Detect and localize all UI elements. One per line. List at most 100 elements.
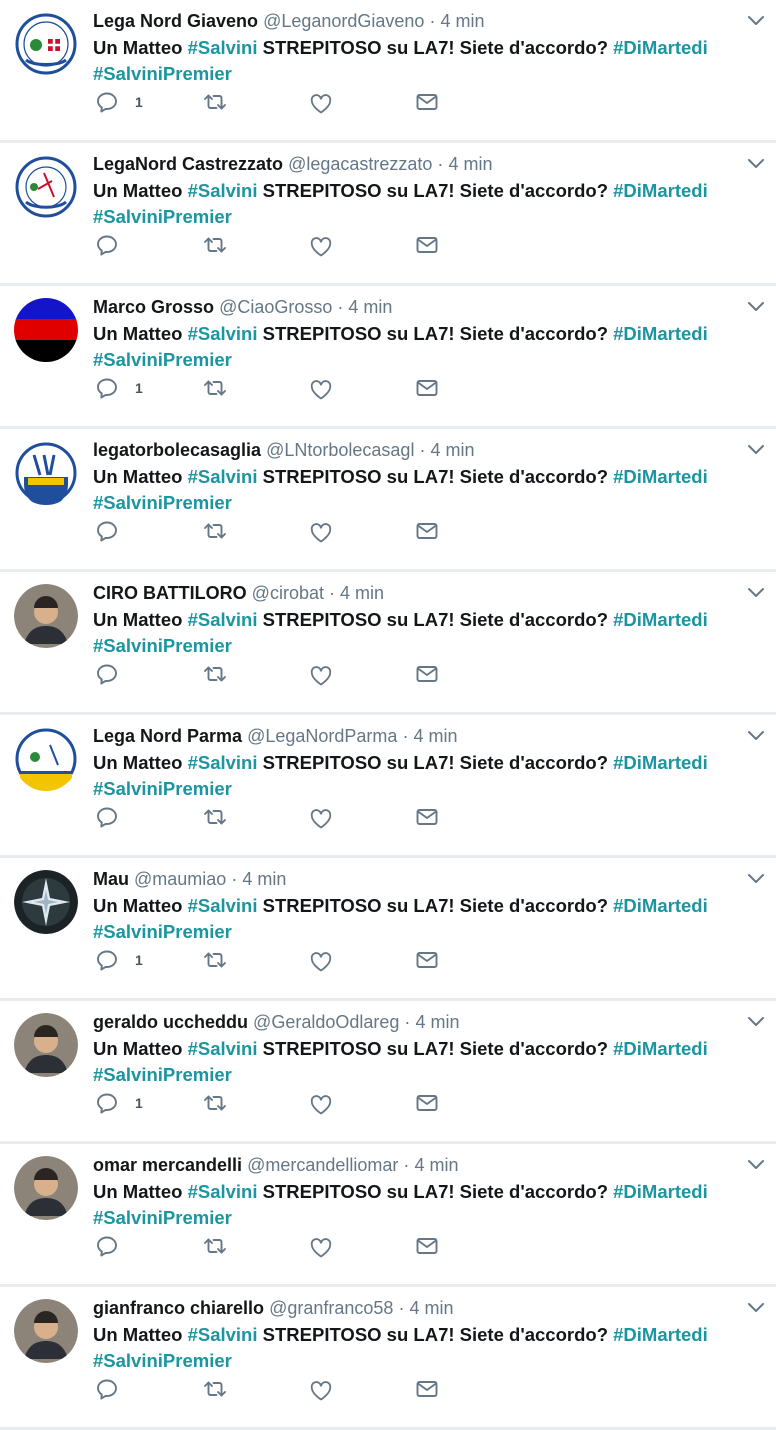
timestamp[interactable]: 4 min bbox=[413, 726, 457, 746]
hashtag-dimartedi[interactable]: #DiMartedi bbox=[613, 1181, 708, 1202]
hashtag-salvini[interactable]: #Salvini bbox=[188, 1181, 258, 1202]
like-button[interactable] bbox=[309, 378, 333, 402]
direct-message-button[interactable] bbox=[415, 948, 439, 972]
retweet-button[interactable] bbox=[203, 662, 227, 686]
chevron-down-icon[interactable] bbox=[746, 868, 766, 888]
like-button[interactable] bbox=[309, 664, 333, 688]
hashtag-salvini[interactable]: #Salvini bbox=[188, 609, 258, 630]
user-name[interactable]: Lega Nord Parma bbox=[93, 726, 242, 746]
hashtag-dimartedi[interactable]: #DiMartedi bbox=[613, 180, 708, 201]
retweet-button[interactable] bbox=[203, 376, 227, 400]
hashtag-dimartedi[interactable]: #DiMartedi bbox=[613, 895, 708, 916]
chevron-down-icon[interactable] bbox=[746, 582, 766, 602]
user-handle[interactable]: @cirobat bbox=[252, 583, 324, 603]
user-name[interactable]: omar mercandelli bbox=[93, 1155, 242, 1175]
retweet-button[interactable] bbox=[203, 90, 227, 114]
user-handle[interactable]: @CiaoGrosso bbox=[219, 297, 332, 317]
user-handle[interactable]: @GeraldoOdlareg bbox=[253, 1012, 399, 1032]
tweet[interactable]: LegaNord Castrezzato @legacastrezzato · … bbox=[0, 143, 776, 286]
tweet[interactable]: Marco Grosso @CiaoGrosso · 4 min Un Matt… bbox=[0, 286, 776, 429]
like-button[interactable] bbox=[309, 950, 333, 974]
hashtag-salvini[interactable]: #Salvini bbox=[188, 895, 258, 916]
chevron-down-icon[interactable] bbox=[746, 153, 766, 173]
like-button[interactable] bbox=[309, 1379, 333, 1403]
reply-button[interactable] bbox=[95, 1234, 119, 1258]
avatar[interactable] bbox=[14, 1299, 78, 1363]
tweet[interactable]: CIRO BATTILORO @cirobat · 4 min Un Matte… bbox=[0, 572, 776, 715]
retweet-button[interactable] bbox=[203, 233, 227, 257]
retweet-button[interactable] bbox=[203, 519, 227, 543]
user-name[interactable]: gianfranco chiarello bbox=[93, 1298, 264, 1318]
hashtag-salvini[interactable]: #Salvini bbox=[188, 752, 258, 773]
avatar[interactable] bbox=[14, 727, 78, 791]
hashtag-salvini[interactable]: #Salvini bbox=[188, 37, 258, 58]
timestamp[interactable]: 4 min bbox=[414, 1155, 458, 1175]
avatar[interactable] bbox=[14, 298, 78, 362]
user-name[interactable]: geraldo uccheddu bbox=[93, 1012, 248, 1032]
user-name[interactable]: CIRO BATTILORO bbox=[93, 583, 247, 603]
hashtag-salvinipremier[interactable]: #SalviniPremier bbox=[93, 778, 232, 799]
like-button[interactable] bbox=[309, 1093, 333, 1117]
avatar[interactable] bbox=[14, 441, 78, 505]
user-handle[interactable]: @legacastrezzato bbox=[288, 154, 432, 174]
direct-message-button[interactable] bbox=[415, 805, 439, 829]
direct-message-button[interactable] bbox=[415, 519, 439, 543]
tweet[interactable]: Mau @maumiao · 4 min Un Matteo #Salvini … bbox=[0, 858, 776, 1001]
timestamp[interactable]: 4 min bbox=[448, 154, 492, 174]
tweet[interactable]: geraldo uccheddu @GeraldoOdlareg · 4 min… bbox=[0, 1001, 776, 1144]
like-button[interactable] bbox=[309, 92, 333, 116]
like-button[interactable] bbox=[309, 235, 333, 259]
hashtag-dimartedi[interactable]: #DiMartedi bbox=[613, 1324, 708, 1345]
avatar[interactable] bbox=[14, 584, 78, 648]
user-name[interactable]: LegaNord Castrezzato bbox=[93, 154, 283, 174]
user-handle[interactable]: @LeganordGiaveno bbox=[263, 11, 424, 31]
reply-button[interactable] bbox=[95, 519, 119, 543]
reply-button[interactable]: 1 bbox=[95, 376, 143, 400]
chevron-down-icon[interactable] bbox=[746, 725, 766, 745]
hashtag-salvini[interactable]: #Salvini bbox=[188, 323, 258, 344]
reply-button[interactable]: 1 bbox=[95, 90, 143, 114]
chevron-down-icon[interactable] bbox=[746, 1154, 766, 1174]
timestamp[interactable]: 4 min bbox=[409, 1298, 453, 1318]
user-name[interactable]: Mau bbox=[93, 869, 129, 889]
avatar[interactable] bbox=[14, 870, 78, 934]
like-button[interactable] bbox=[309, 1236, 333, 1260]
hashtag-dimartedi[interactable]: #DiMartedi bbox=[613, 466, 708, 487]
tweet[interactable]: legatorbolecasaglia @LNtorbolecasagl · 4… bbox=[0, 429, 776, 572]
retweet-button[interactable] bbox=[203, 1234, 227, 1258]
chevron-down-icon[interactable] bbox=[746, 296, 766, 316]
retweet-button[interactable] bbox=[203, 1091, 227, 1115]
direct-message-button[interactable] bbox=[415, 1234, 439, 1258]
reply-button[interactable] bbox=[95, 805, 119, 829]
hashtag-salvinipremier[interactable]: #SalviniPremier bbox=[93, 349, 232, 370]
reply-button[interactable] bbox=[95, 662, 119, 686]
avatar[interactable] bbox=[14, 1013, 78, 1077]
hashtag-salvinipremier[interactable]: #SalviniPremier bbox=[93, 921, 232, 942]
direct-message-button[interactable] bbox=[415, 1377, 439, 1401]
direct-message-button[interactable] bbox=[415, 233, 439, 257]
chevron-down-icon[interactable] bbox=[746, 1011, 766, 1031]
like-button[interactable] bbox=[309, 807, 333, 831]
hashtag-salvinipremier[interactable]: #SalviniPremier bbox=[93, 1207, 232, 1228]
hashtag-salvinipremier[interactable]: #SalviniPremier bbox=[93, 63, 232, 84]
tweet[interactable]: Lega Nord Giaveno @LeganordGiaveno · 4 m… bbox=[0, 0, 776, 143]
timestamp[interactable]: 4 min bbox=[430, 440, 474, 460]
timestamp[interactable]: 4 min bbox=[340, 583, 384, 603]
user-name[interactable]: Marco Grosso bbox=[93, 297, 214, 317]
chevron-down-icon[interactable] bbox=[746, 1297, 766, 1317]
chevron-down-icon[interactable] bbox=[746, 10, 766, 30]
hashtag-salvini[interactable]: #Salvini bbox=[188, 1038, 258, 1059]
user-handle[interactable]: @LegaNordParma bbox=[247, 726, 397, 746]
avatar[interactable] bbox=[14, 1156, 78, 1220]
hashtag-salvinipremier[interactable]: #SalviniPremier bbox=[93, 1064, 232, 1085]
avatar[interactable] bbox=[14, 12, 78, 76]
tweet[interactable]: Lega Nord Parma @LegaNordParma · 4 min U… bbox=[0, 715, 776, 858]
user-name[interactable]: legatorbolecasaglia bbox=[93, 440, 261, 460]
tweet[interactable]: omar mercandelli @mercandelliomar · 4 mi… bbox=[0, 1144, 776, 1287]
hashtag-dimartedi[interactable]: #DiMartedi bbox=[613, 609, 708, 630]
hashtag-salvini[interactable]: #Salvini bbox=[188, 1324, 258, 1345]
reply-button[interactable]: 1 bbox=[95, 948, 143, 972]
timestamp[interactable]: 4 min bbox=[348, 297, 392, 317]
hashtag-dimartedi[interactable]: #DiMartedi bbox=[613, 752, 708, 773]
hashtag-dimartedi[interactable]: #DiMartedi bbox=[613, 37, 708, 58]
